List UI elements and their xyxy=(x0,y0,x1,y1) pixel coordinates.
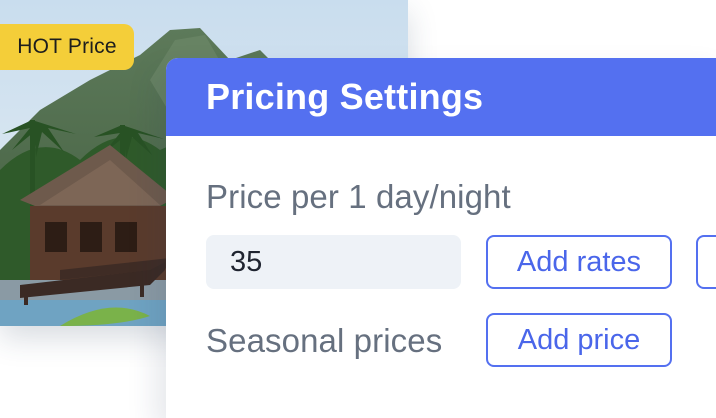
panel-header: Pricing Settings xyxy=(166,58,716,136)
seasonal-prices-label: Seasonal prices xyxy=(206,322,443,359)
extra-button[interactable] xyxy=(696,235,716,289)
pricing-settings-panel: Pricing Settings Price per 1 day/night 3… xyxy=(166,58,716,418)
price-input[interactable]: 35 xyxy=(206,235,461,289)
add-rates-button[interactable]: Add rates xyxy=(486,235,672,289)
price-value: 35 xyxy=(230,245,263,278)
add-price-button[interactable]: Add price xyxy=(486,313,672,367)
hot-price-badge: HOT Price xyxy=(0,24,134,70)
panel-title: Pricing Settings xyxy=(206,76,484,117)
price-per-day-label: Price per 1 day/night xyxy=(206,178,511,215)
